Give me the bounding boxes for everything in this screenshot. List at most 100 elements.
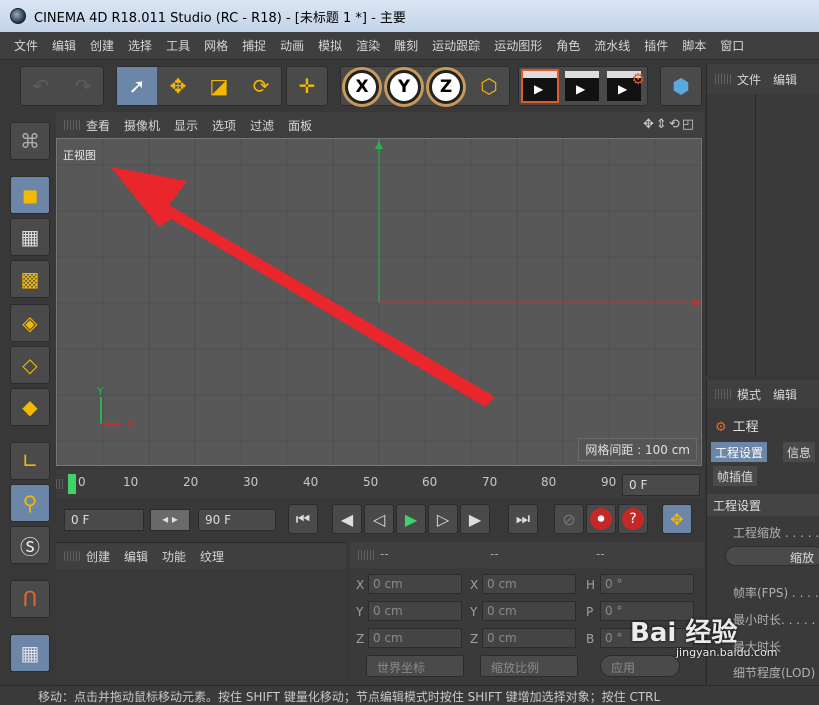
tab-project-settings[interactable]: 工程设置 (711, 442, 768, 462)
object-menu-file[interactable]: 文件 (737, 71, 761, 88)
record-keys-disabled-icon[interactable]: ⊘ (554, 504, 584, 534)
x-axis-lock-icon[interactable]: X (345, 70, 379, 104)
min-frame-field[interactable]: 0 F (64, 509, 144, 531)
menu-pipeline[interactable]: 流水线 (594, 37, 630, 54)
viewport-menu-view[interactable]: 查看 (86, 117, 110, 134)
menu-create[interactable]: 创建 (90, 37, 114, 54)
z-axis-lock-icon[interactable]: Z (429, 70, 463, 104)
tweak-mode-icon[interactable]: ⚲ (10, 484, 50, 522)
attribute-grip-icon[interactable] (715, 389, 731, 399)
menu-window[interactable]: 窗口 (720, 37, 744, 54)
viewport-menu-display[interactable]: 显示 (174, 117, 198, 134)
menu-snap[interactable]: 捕捉 (242, 37, 266, 54)
make-editable-icon[interactable]: ⌘ (10, 122, 50, 160)
menu-script[interactable]: 脚本 (682, 37, 706, 54)
material-menu-create[interactable]: 创建 (86, 548, 110, 565)
points-mode-icon[interactable]: ◈ (10, 304, 50, 342)
menu-mesh[interactable]: 网格 (204, 37, 228, 54)
cube-object-icon[interactable]: ⬢ (661, 67, 701, 105)
menu-file[interactable]: 文件 (14, 37, 38, 54)
menu-character[interactable]: 角色 (556, 37, 580, 54)
select-arrow-icon[interactable]: ➚ (117, 67, 157, 105)
menu-edit[interactable]: 编辑 (52, 37, 76, 54)
next-key-icon[interactable]: ▶ (460, 504, 490, 534)
object-menu-edit[interactable]: 编辑 (773, 71, 797, 88)
previous-key-icon[interactable]: ◀ (332, 504, 362, 534)
rot-h-field[interactable]: 0 ° (600, 574, 694, 594)
menu-select[interactable]: 选择 (128, 37, 152, 54)
range-slider-icon[interactable]: ◂ ▸ (150, 509, 190, 531)
viewport-menu-panel[interactable]: 面板 (288, 117, 312, 134)
size-z-field[interactable]: 0 cm (482, 628, 576, 648)
render-picture-viewer-icon[interactable] (565, 71, 599, 101)
material-menu-edit[interactable]: 编辑 (124, 548, 148, 565)
viewport-menu-cameras[interactable]: 摄像机 (124, 117, 160, 134)
max-frame-field[interactable]: 90 F (198, 509, 276, 531)
record-position-icon[interactable]: ✥ (662, 504, 692, 534)
coords-header: -- -- -- (350, 542, 704, 568)
menu-render[interactable]: 渲染 (356, 37, 380, 54)
coordinate-system-icon[interactable]: ⬡ (469, 67, 509, 105)
attribute-menu-edit[interactable]: 编辑 (773, 386, 797, 403)
front-viewport[interactable]: Y X 正视图 网格间距 : 100 cm (56, 138, 702, 466)
previous-frame-icon[interactable]: ◁ (364, 504, 394, 534)
play-icon[interactable]: ▶ (396, 504, 426, 534)
snap-icon[interactable]: Ո (10, 580, 50, 618)
tab-frame-interpolation[interactable]: 帧插值 (713, 466, 758, 486)
menu-plugins[interactable]: 插件 (644, 37, 668, 54)
go-to-end-icon[interactable]: ⏭ (508, 504, 538, 534)
menu-simulate[interactable]: 模拟 (318, 37, 342, 54)
render-view-icon[interactable] (521, 69, 559, 103)
workplane-mode-icon[interactable]: ▩ (10, 260, 50, 298)
tab-info[interactable]: 信息 (783, 442, 816, 462)
lock-workplane-icon[interactable]: ▦ (10, 634, 50, 672)
redo-icon[interactable]: ↷ (63, 67, 103, 105)
keyframe-selection-icon[interactable]: ? (618, 504, 648, 534)
material-menu-texture[interactable]: 纹理 (200, 548, 224, 565)
scale-tool-icon[interactable]: ◪ (199, 67, 239, 105)
y-axis-lock-icon[interactable]: Y (387, 70, 421, 104)
solo-mode-icon[interactable]: Ⓢ (10, 526, 50, 564)
edges-mode-icon[interactable]: ◇ (10, 346, 50, 384)
size-y-field[interactable]: 0 cm (482, 601, 576, 621)
autokey-icon[interactable]: ⏺ (586, 504, 616, 534)
object-grip-icon[interactable] (715, 74, 731, 84)
menu-mograph[interactable]: 运动图形 (494, 37, 542, 54)
model-mode-icon[interactable]: ◼ (10, 176, 50, 214)
undo-icon[interactable]: ↶ (21, 67, 61, 105)
rotate-tool-icon[interactable]: ⟳ (241, 67, 281, 105)
scale-project-button[interactable]: 缩放 (725, 546, 819, 566)
polygons-mode-icon[interactable]: ◆ (10, 388, 50, 426)
size-x-field[interactable]: 0 cm (482, 574, 576, 594)
menu-animate[interactable]: 动画 (280, 37, 304, 54)
menu-motion-tracking[interactable]: 运动跟踪 (432, 37, 480, 54)
viewport-menu-filter[interactable]: 过滤 (250, 117, 274, 134)
pos-z-field[interactable]: 0 cm (368, 628, 462, 648)
menu-tools[interactable]: 工具 (166, 37, 190, 54)
apply-button[interactable]: 应用 (600, 655, 680, 677)
pos-y-field[interactable]: 0 cm (368, 601, 462, 621)
attribute-menu-mode[interactable]: 模式 (737, 386, 761, 403)
world-coords-dropdown[interactable]: 世界坐标 (366, 655, 464, 677)
live-select-group: ✛ (286, 66, 328, 106)
next-frame-icon[interactable]: ▷ (428, 504, 458, 534)
coords-grip-icon[interactable] (358, 550, 374, 560)
material-menu-function[interactable]: 功能 (162, 548, 186, 565)
current-frame-display[interactable]: 0 F (622, 474, 700, 496)
go-to-start-icon[interactable]: ⏮ (288, 504, 318, 534)
move-tool-icon[interactable]: ✥ (158, 67, 198, 105)
axis-mode-icon[interactable]: ∟ (10, 442, 50, 480)
panel-grip-icon[interactable] (64, 120, 80, 130)
timeline-ruler[interactable]: 0 10 20 30 40 50 60 70 80 90 (56, 470, 704, 498)
texture-mode-icon[interactable]: ▦ (10, 218, 50, 256)
last-tool-icon[interactable]: ✛ (287, 67, 327, 105)
pos-x-field[interactable]: 0 cm (368, 574, 462, 594)
viewport-nav-icons[interactable]: ✥⇕⟲◰ (643, 117, 696, 132)
timeline-playhead[interactable] (68, 474, 76, 494)
render-settings-icon[interactable]: ⚙ (607, 70, 645, 101)
material-grip-icon[interactable] (64, 551, 80, 561)
timeline-grip-icon[interactable] (56, 479, 64, 489)
menu-sculpt[interactable]: 雕刻 (394, 37, 418, 54)
viewport-menu-options[interactable]: 选项 (212, 117, 236, 134)
scale-dropdown[interactable]: 缩放比例 (480, 655, 578, 677)
